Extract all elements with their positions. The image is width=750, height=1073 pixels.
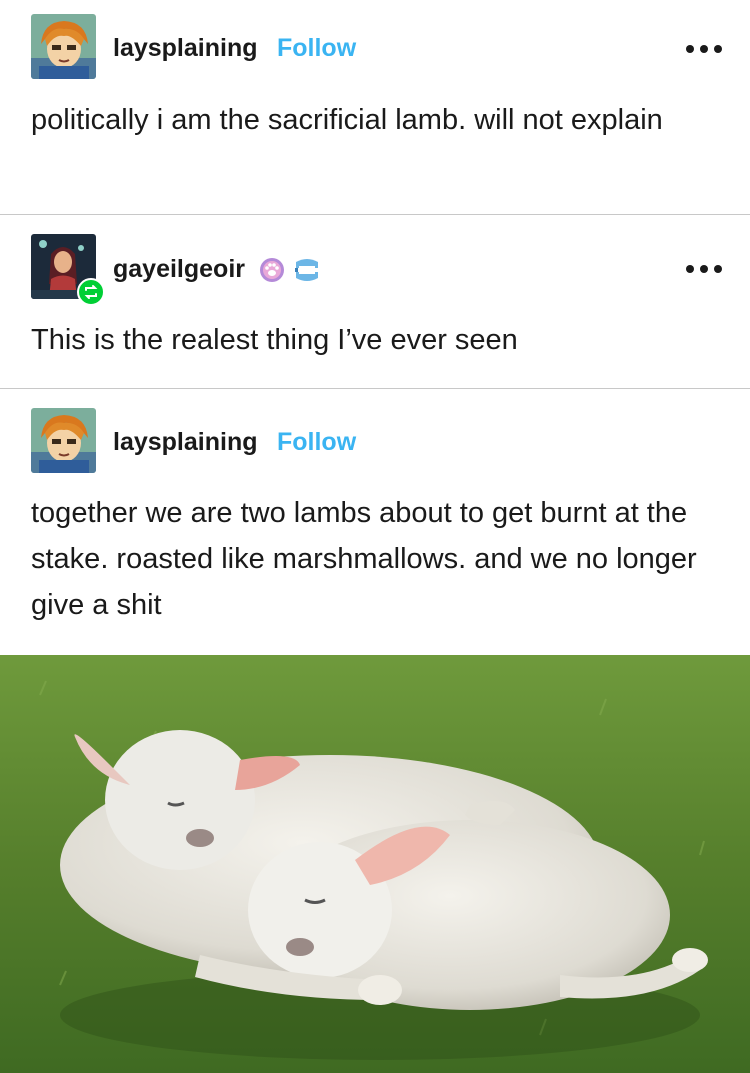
follow-button[interactable]: Follow [277,428,356,457]
post-image[interactable] [0,655,750,1073]
post-3: laysplaining Follow together we are two … [0,0,750,655]
avatar[interactable] [31,408,96,473]
post-text: together we are two lambs about to get b… [31,497,697,621]
username[interactable]: laysplaining [113,428,257,457]
